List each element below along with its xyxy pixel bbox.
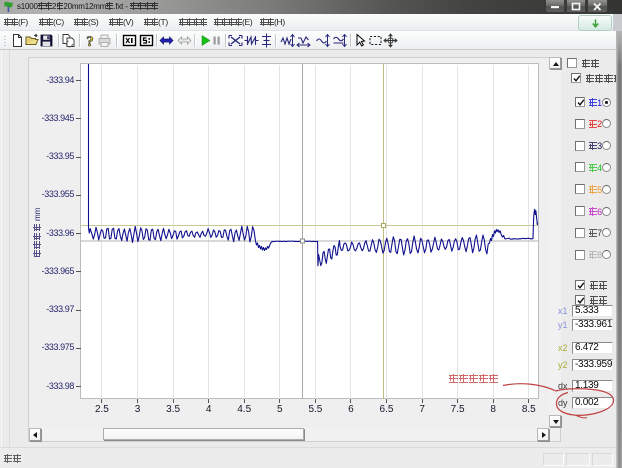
svg-text:?: ? bbox=[86, 34, 94, 49]
